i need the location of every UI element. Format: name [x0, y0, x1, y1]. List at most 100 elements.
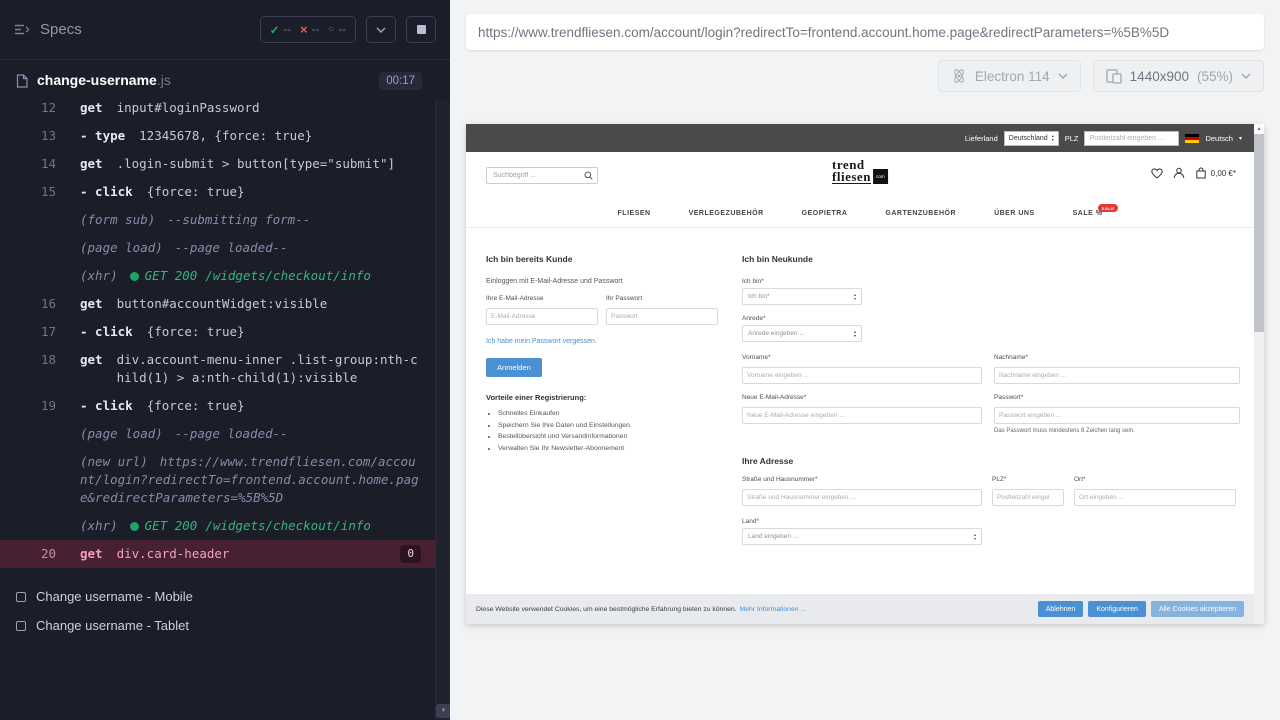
cross-icon: × [300, 23, 308, 36]
line-number: 19 [14, 397, 56, 415]
event-row[interactable]: (new url)https://www.trendfliesen.com/ac… [0, 448, 435, 512]
login-password-input[interactable] [606, 308, 718, 325]
test-list: Change username - Mobile Change username… [0, 582, 450, 640]
viewport-size: 1440x900 [1130, 69, 1189, 84]
cookie-accept-all-button[interactable]: Alle Cookies akzeptieren [1151, 601, 1244, 617]
cookie-decline-button[interactable]: Ablehnen [1038, 601, 1084, 617]
test-item-mobile[interactable]: Change username - Mobile [0, 582, 450, 611]
command-args: 12345678, {force: true} [139, 127, 421, 145]
spec-timer: 00:17 [379, 72, 422, 90]
cookie-text: Diese Website verwendet Cookies, um eine… [476, 606, 737, 613]
command-row[interactable]: 19 - click {force: true} [0, 392, 435, 420]
command-row[interactable]: 15 - click {force: true} [0, 178, 435, 206]
command-args: .login-submit > button[type="submit"] [117, 155, 421, 173]
caret-down-icon: ▾ [1239, 135, 1242, 142]
ort-label: Ort* [1074, 476, 1236, 483]
xhr-row[interactable]: (xhr)GET 200/widgets/checkout/info [0, 262, 435, 290]
site-scrollbar-thumb[interactable] [1254, 134, 1264, 332]
register-title: Ich bin Neukunde [742, 254, 1240, 264]
command-row[interactable]: 13 - type 12345678, {force: true} [0, 122, 435, 150]
vorname-label: Vorname* [742, 354, 982, 361]
chevron-down-icon [1241, 73, 1251, 79]
event-row[interactable]: (page load)--page loaded-- [0, 420, 435, 448]
login-email-input[interactable] [486, 308, 598, 325]
search-box[interactable] [486, 167, 598, 184]
account-user-icon[interactable] [1173, 167, 1185, 179]
command-args: {force: true} [147, 183, 421, 201]
select-arrows-icon: ▴▾ [974, 533, 976, 541]
line-number: 17 [14, 323, 56, 341]
event-text: (page load)--page loaded-- [80, 239, 421, 257]
plz-input[interactable] [992, 489, 1064, 506]
line-number: 12 [14, 99, 56, 117]
login-submit-button[interactable]: Anmelden [486, 358, 542, 377]
command-log: 12 get input#loginPassword 13 - type 123… [0, 94, 435, 568]
ichbin-select[interactable]: Ich bin* ▴▾ [742, 288, 862, 305]
sale-badge: SALE [1098, 204, 1119, 212]
specs-menu-icon[interactable] [14, 23, 30, 36]
nav-item-gartenzubehoer[interactable]: GARTENZUBEHÖR [885, 210, 956, 217]
xhr-text: (xhr)GET 200/widgets/checkout/info [80, 267, 421, 285]
ort-input[interactable] [1074, 489, 1236, 506]
nachname-input[interactable] [994, 367, 1240, 384]
stop-run-button[interactable] [406, 16, 436, 43]
pending-stat: ○-- [328, 24, 346, 36]
language-label[interactable]: Deutsch [1205, 134, 1233, 143]
command-row[interactable]: 17 - click {force: true} [0, 318, 435, 346]
nav-item-fliesen[interactable]: FLIESEN [618, 210, 651, 217]
search-input[interactable] [491, 171, 584, 180]
site-header: trend fliesen com 0,00 €* [466, 152, 1254, 200]
command-row[interactable]: 18 get div.account-menu-inner .list-grou… [0, 346, 435, 392]
cookie-configure-button[interactable]: Konfigurieren [1088, 601, 1146, 617]
cookie-more-link[interactable]: Mehr Informationen ... [740, 606, 807, 613]
command-row[interactable]: 16 get button#accountWidget:visible [0, 290, 435, 318]
viewport-select[interactable]: 1440x900 (55%) [1093, 60, 1264, 92]
strasse-input[interactable] [742, 489, 982, 506]
nav-item-geopietra[interactable]: GEOPIETRA [802, 210, 848, 217]
plz-topbar-input[interactable] [1084, 131, 1179, 146]
logo-text: trend fliesen [832, 159, 871, 184]
event-row[interactable]: (page load)--page loaded-- [0, 234, 435, 262]
command-row-active[interactable]: 20 get div.card-header 0 [0, 540, 435, 568]
site-scroll-up-button[interactable]: ▲ [1254, 124, 1264, 134]
neue-email-input[interactable] [742, 407, 982, 424]
line-number: 18 [14, 351, 56, 369]
wishlist-heart-icon[interactable] [1151, 168, 1163, 179]
passwort-input[interactable] [994, 407, 1240, 424]
sidebar-scrollbar[interactable]: ▲ ▼ [435, 60, 450, 720]
cart-button[interactable]: 0,00 €* [1195, 167, 1236, 179]
land-select[interactable]: Land eingeben ... ▴▾ [742, 528, 982, 545]
forgot-password-link[interactable]: Ich habe mein Passwort vergessen. [486, 338, 597, 345]
passwort-hint: Das Passwort muss mindestens 8 Zeichen l… [994, 428, 1240, 434]
collapse-all-button[interactable] [366, 16, 396, 43]
country-select[interactable]: Deutschland ▴▾ [1004, 131, 1059, 146]
command-name: get [80, 99, 103, 117]
runner-controls: Electron 114 1440x900 (55%) [938, 60, 1264, 92]
xhr-row[interactable]: (xhr)GET 200/widgets/checkout/info [0, 512, 435, 540]
site-topbar: Lieferland Deutschland ▴▾ PLZ Deutsch ▾ [466, 124, 1254, 152]
command-args: div.account-menu-inner .list-group:nth-c… [117, 351, 421, 387]
site-scrollbar[interactable]: ▲ [1254, 124, 1264, 624]
nav-item-sale[interactable]: SALE %SALE [1073, 210, 1103, 217]
spec-file-row[interactable]: change-username.js 00:17 [0, 60, 450, 100]
nav-item-verlegezubehoer[interactable]: VERLEGEZUBEHÖR [689, 210, 764, 217]
scroll-down-button[interactable]: ▼ [436, 704, 450, 718]
anrede-select[interactable]: Anrede eingeben ... ▴▾ [742, 325, 862, 342]
passed-stat: ✓-- [270, 23, 291, 37]
login-subtitle: Einloggen mit E-Mail-Adresse und Passwor… [486, 278, 718, 285]
browser-select[interactable]: Electron 114 [938, 60, 1081, 92]
nav-item-ueber-uns[interactable]: ÜBER UNS [994, 210, 1035, 217]
command-row[interactable]: 14 get .login-submit > button[type="subm… [0, 150, 435, 178]
command-name: - click [80, 397, 133, 415]
command-args: {force: true} [147, 397, 421, 415]
vorname-input[interactable] [742, 367, 982, 384]
anrede-label: Anrede* [742, 315, 1240, 322]
stop-icon [417, 25, 426, 34]
site-logo[interactable]: trend fliesen com [832, 159, 888, 184]
command-name: - click [80, 183, 133, 201]
electron-icon [951, 68, 967, 84]
strasse-label: Straße und Hausnummer* [742, 476, 982, 483]
url-bar[interactable]: https://www.trendfliesen.com/account/log… [466, 14, 1264, 50]
event-row[interactable]: (form sub)--submitting form-- [0, 206, 435, 234]
test-item-tablet[interactable]: Change username - Tablet [0, 611, 450, 640]
